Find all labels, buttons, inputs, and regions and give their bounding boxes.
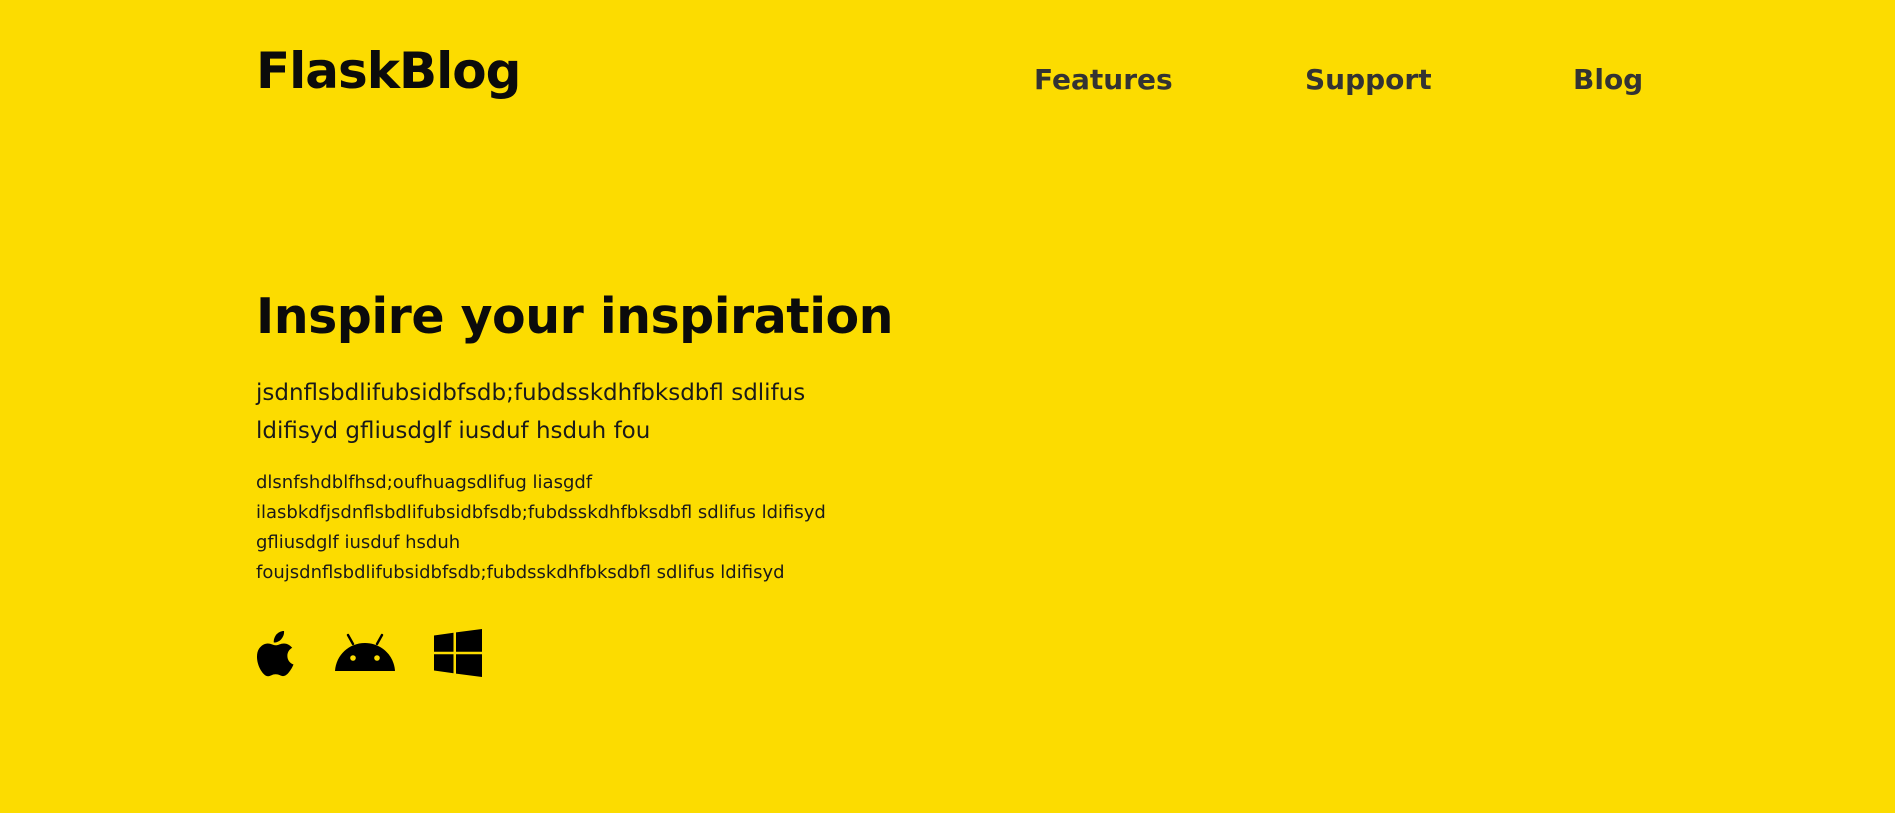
hero-section: Inspire your inspiration jsdnflsbdlifubs… [256,290,896,588]
platform-icons [256,628,520,678]
hero-title: Inspire your inspiration [256,288,894,345]
android-icon[interactable] [334,633,396,673]
nav-link-support[interactable]: Support [1305,66,1432,94]
hero-body-text: dlsnfshdblfhsd;oufhuagsdlifug liasgdf il… [256,471,826,583]
windows-icon[interactable] [434,629,482,677]
apple-icon[interactable] [256,629,296,677]
nav-link-blog[interactable]: Blog [1573,66,1643,94]
main-nav: Features Support Blog [0,66,1895,106]
hero-lead-text: jsdnflsbdlifubsidbfsdb;fubdsskdhfbksdbfl… [256,379,806,444]
site-header: FlaskBlog Features Support Blog [0,0,1895,160]
nav-link-features[interactable]: Features [1034,66,1173,94]
